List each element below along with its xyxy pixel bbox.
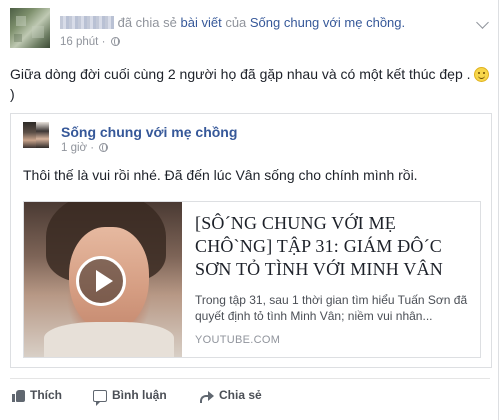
comment-label: Bình luận (112, 388, 167, 402)
post-actions-bar: Thích Bình luận Chia sẻ (10, 386, 490, 408)
link-title[interactable]: [SÔ´NG CHUNG VỚI MẸ CHÔ`NG] TẬP 31: GIÁM… (195, 212, 475, 281)
play-icon[interactable] (76, 256, 126, 306)
thumbs-up-icon (12, 389, 25, 402)
globe-icon[interactable] (99, 143, 109, 152)
share-verb-suffix: của (221, 15, 250, 30)
share-button[interactable]: Chia sẻ (200, 388, 262, 406)
post-message-end: ) (10, 86, 15, 102)
post-message: Giữa dòng đời cuối cùng 2 người họ đã gặ… (10, 64, 490, 104)
post-timestamp[interactable]: 16 phút · (60, 36, 109, 48)
post-header: đã chia sẻ bài viết của Sống chung với m… (10, 8, 490, 52)
share-verb: đã chia sẻ (114, 15, 181, 30)
page-avatar[interactable] (23, 122, 49, 148)
source-page-link[interactable]: Sống chung với mẹ chồng. (250, 15, 405, 30)
shared-object-link[interactable]: bài viết (181, 15, 222, 30)
author-avatar[interactable] (10, 8, 50, 48)
link-domain: YOUTUBE.COM (195, 334, 281, 346)
globe-icon[interactable] (110, 37, 120, 46)
link-description: Trong tập 31, sau 1 thời gian tìm hiểu T… (195, 293, 468, 323)
shared-post-timestamp[interactable]: 1 giờ · (61, 142, 97, 154)
like-button[interactable]: Thích (12, 388, 62, 406)
post-message-text: Giữa dòng đời cuối cùng 2 người họ đã gặ… (10, 66, 475, 82)
shared-post-text: Thôi thế là vui rồi nhé. Đã đến lúc Vân … (23, 167, 418, 183)
shared-post: Sống chung với mẹ chồng 1 giờ · Thôi thế… (10, 113, 492, 368)
comment-icon (93, 390, 107, 406)
shared-post-meta: 1 giờ · (61, 142, 109, 154)
video-thumbnail[interactable] (24, 202, 182, 357)
share-label: Chia sẻ (219, 388, 262, 402)
share-arrow-icon (200, 390, 214, 403)
comment-button[interactable]: Bình luận (93, 388, 167, 406)
author-name-redacted[interactable] (60, 16, 114, 29)
smiley-icon (474, 67, 490, 82)
author-line: đã chia sẻ bài viết của Sống chung với m… (60, 15, 405, 30)
shared-page-name[interactable]: Sống chung với mẹ chồng (61, 124, 237, 140)
actions-divider (10, 378, 490, 379)
post-meta: 16 phút · (60, 36, 120, 48)
feed-post: đã chia sẻ bài viết của Sống chung với m… (0, 0, 499, 420)
link-preview-card[interactable]: [SÔ´NG CHUNG VỚI MẸ CHÔ`NG] TẬP 31: GIÁM… (23, 201, 481, 358)
like-label: Thích (30, 388, 62, 402)
